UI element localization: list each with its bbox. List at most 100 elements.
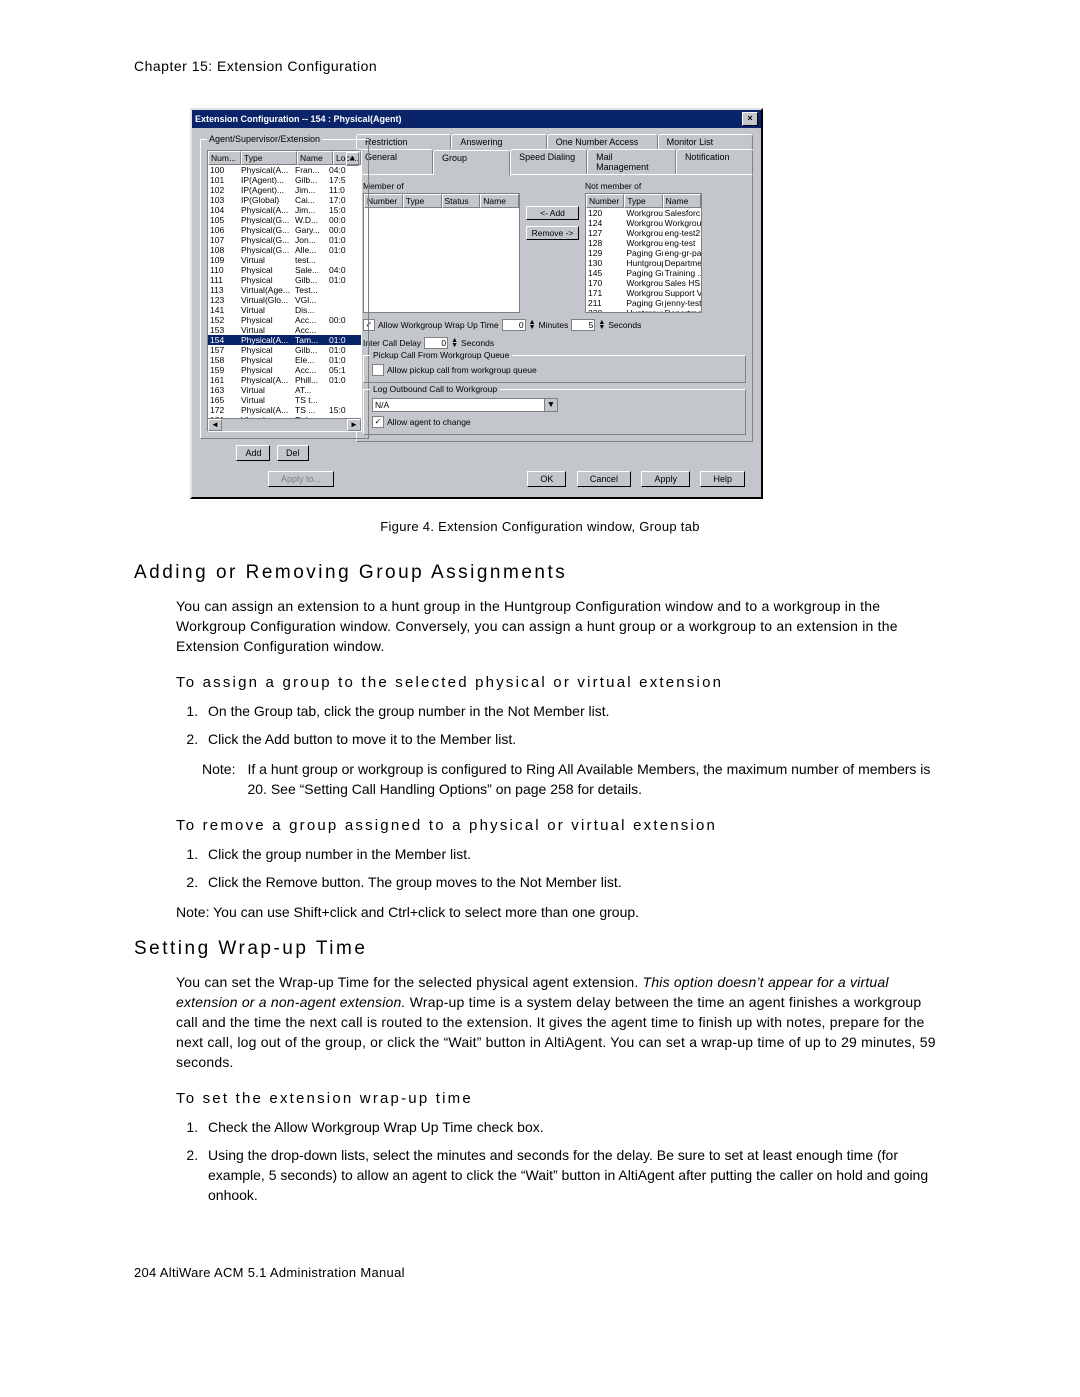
tab-monitor-list[interactable]: Monitor List — [658, 134, 753, 149]
window-title: Extension Configuration -- 154 : Physica… — [195, 114, 402, 124]
nonmember-row[interactable]: 145Paging Gr...Training ... — [586, 268, 701, 278]
extension-row[interactable]: 157PhysicalGilb...01:0 — [208, 345, 361, 355]
tab-one-number-access[interactable]: One Number Access — [547, 134, 658, 149]
list-item: Click the Remove button. The group moves… — [202, 872, 946, 892]
extension-row[interactable]: 105Physical(G...W.D...00:0 — [208, 215, 361, 225]
member-col-number[interactable]: Number — [364, 194, 403, 208]
extension-row[interactable]: 101IP(Agent)...Gilb...17:5 — [208, 175, 361, 185]
tab-notification[interactable]: Notification — [676, 149, 753, 174]
not-member-of-list[interactable]: Number Type Name 120WorkgroupSalesforc..… — [585, 193, 702, 313]
outbound-workgroup-dropdown[interactable]: N/A ▼ — [372, 398, 558, 412]
member-of-label: Member of — [363, 181, 520, 191]
col-header-type[interactable]: Type — [241, 151, 297, 165]
nonmember-row[interactable]: 230HuntgroupDepartme... — [586, 308, 701, 313]
extension-list[interactable]: Num... Type Name Loca... ▲ 100Physical(A… — [207, 150, 362, 432]
col-header-name[interactable]: Name — [297, 151, 333, 165]
tab-group[interactable]: Group — [433, 150, 510, 175]
extension-row[interactable]: 111PhysicalGilb...01:0 — [208, 275, 361, 285]
nonmember-col-name[interactable]: Name — [663, 194, 701, 208]
extension-row[interactable]: 153VirtualAcc... — [208, 325, 361, 335]
extension-row[interactable]: 161Physical(A...Phill...01:0 — [208, 375, 361, 385]
ok-button[interactable]: OK — [527, 471, 566, 487]
spin-arrows-icon[interactable]: ▲▼ — [598, 320, 605, 330]
list-item: Check the Allow Workgroup Wrap Up Time c… — [202, 1117, 946, 1137]
extension-list-header[interactable]: Num... Type Name Loca... ▲ — [208, 151, 361, 165]
extension-config-window: Extension Configuration -- 154 : Physica… — [190, 108, 763, 499]
close-icon[interactable]: × — [742, 112, 758, 126]
extension-row[interactable]: 123Virtual(Glo...VGl... — [208, 295, 361, 305]
nonmember-row[interactable]: 124WorkgroupWorkgrou... — [586, 218, 701, 228]
tab-restriction[interactable]: Restriction — [356, 134, 451, 149]
nonmember-row[interactable]: 128Workgroupeng-test — [586, 238, 701, 248]
pickup-checkbox[interactable] — [372, 364, 384, 376]
extension-row[interactable]: 152PhysicalAcc...00:0 — [208, 315, 361, 325]
extension-row[interactable]: 107Physical(G...Jon...01:0 — [208, 235, 361, 245]
nonmember-row[interactable]: 130HuntgroupDepartme... — [586, 258, 701, 268]
nonmember-row[interactable]: 120WorkgroupSalesforc... — [586, 208, 701, 218]
extension-row[interactable]: 106Physical(G...Gary...00:0 — [208, 225, 361, 235]
extension-row[interactable]: 154Physical(A...Tam...01:0 — [208, 335, 361, 345]
member-col-status[interactable]: Status — [442, 194, 481, 208]
nonmember-row[interactable]: 211Paging Gr...jenny-test — [586, 298, 701, 308]
col-header-num[interactable]: Num... — [208, 151, 241, 165]
outbound-groupbox: Log Outbound Call to Workgroup N/A ▼ ✓ A… — [363, 389, 746, 435]
extension-row[interactable]: 102IP(Agent)...Jim...11:0 — [208, 185, 361, 195]
nonmember-row[interactable]: 170WorkgroupSales HS — [586, 278, 701, 288]
spin-arrows-icon[interactable]: ▲▼ — [451, 338, 458, 348]
add-button[interactable]: Add — [236, 445, 270, 461]
nonmember-row[interactable]: 127Workgroupeng-test2 — [586, 228, 701, 238]
heading-adding-removing: Adding or Removing Group Assignments — [134, 562, 946, 584]
pickup-groupbox-legend: Pickup Call From Workgroup Queue — [370, 350, 512, 360]
remove-note: Note: You can use Shift+click and Ctrl+c… — [176, 902, 946, 922]
wrapup-minutes-input[interactable]: 0 — [502, 319, 526, 331]
scroll-left-icon[interactable]: ◄ — [208, 419, 222, 431]
note-label: Note: — [202, 759, 235, 799]
member-of-list[interactable]: Number Type Status Name — [363, 193, 520, 313]
intercall-delay-input[interactable]: 0 — [424, 337, 448, 349]
window-titlebar: Extension Configuration -- 154 : Physica… — [192, 110, 761, 128]
list-item: Using the drop-down lists, select the mi… — [202, 1145, 946, 1205]
chapter-header: Chapter 15: Extension Configuration — [134, 58, 946, 74]
cancel-button[interactable]: Cancel — [577, 471, 631, 487]
nonmember-row[interactable]: 129Paging Gr...eng-gr-pa... — [586, 248, 701, 258]
extension-row[interactable]: 108Physical(G...Alle...01:0 — [208, 245, 361, 255]
pickup-groupbox: Pickup Call From Workgroup Queue Allow p… — [363, 355, 746, 383]
add-to-member-button[interactable]: <- Add — [526, 206, 579, 220]
member-col-name[interactable]: Name — [480, 194, 519, 208]
tab-answering[interactable]: Answering — [451, 134, 546, 149]
nonmember-col-number[interactable]: Number — [586, 194, 624, 208]
nonmember-row[interactable]: 171WorkgroupSupport V... — [586, 288, 701, 298]
tab-mail-management[interactable]: Mail Management — [587, 149, 676, 174]
spin-arrows-icon[interactable]: ▲▼ — [529, 320, 536, 330]
extension-row[interactable]: 158PhysicalEle...01:0 — [208, 355, 361, 365]
apply-button[interactable]: Apply — [641, 471, 690, 487]
group-tab-content: Member of Number Type Status Name — [356, 174, 753, 442]
outbound-dropdown-value: N/A — [375, 400, 389, 410]
nonmember-col-type[interactable]: Type — [624, 194, 662, 208]
extension-row[interactable]: 113Virtual(Age...Test... — [208, 285, 361, 295]
wrapup-seconds-input[interactable]: 5 — [571, 319, 595, 331]
apply-to-button[interactable]: Apply to... — [268, 471, 334, 487]
extension-row[interactable]: 110PhysicalSale...04:0 — [208, 265, 361, 275]
extension-row[interactable]: 172Physical(A...TS ...15:0 — [208, 405, 361, 415]
chevron-down-icon[interactable]: ▼ — [544, 399, 557, 411]
wrap-text-a: You can set the Wrap-up Time for the sel… — [176, 974, 643, 990]
help-button[interactable]: Help — [700, 471, 745, 487]
scroll-right-icon[interactable]: ► — [347, 419, 361, 431]
extension-row[interactable]: 163VirtualAT... — [208, 385, 361, 395]
extension-row[interactable]: 103IP(Global)Cai...17:0 — [208, 195, 361, 205]
del-button[interactable]: Del — [277, 445, 309, 461]
member-col-type[interactable]: Type — [403, 194, 442, 208]
extension-row[interactable]: 100Physical(A...Fran...04:0 — [208, 165, 361, 175]
remove-from-member-button[interactable]: Remove -> — [526, 226, 579, 240]
tab-speed-dialing[interactable]: Speed Dialing — [510, 149, 587, 174]
not-member-of-label: Not member of — [585, 181, 702, 191]
list-item: Click the Add button to move it to the M… — [202, 729, 946, 749]
allow-agent-change-checkbox[interactable]: ✓ — [372, 416, 384, 428]
extension-row[interactable]: 109Virtualtest... — [208, 255, 361, 265]
extension-row[interactable]: 159PhysicalAcc...05:1 — [208, 365, 361, 375]
extension-list-hscroll[interactable]: ◄ ► — [208, 418, 361, 431]
extension-row[interactable]: 165VirtualTS t... — [208, 395, 361, 405]
extension-row[interactable]: 104Physical(A...Jim...15:0 — [208, 205, 361, 215]
extension-row[interactable]: 141VirtualDis... — [208, 305, 361, 315]
